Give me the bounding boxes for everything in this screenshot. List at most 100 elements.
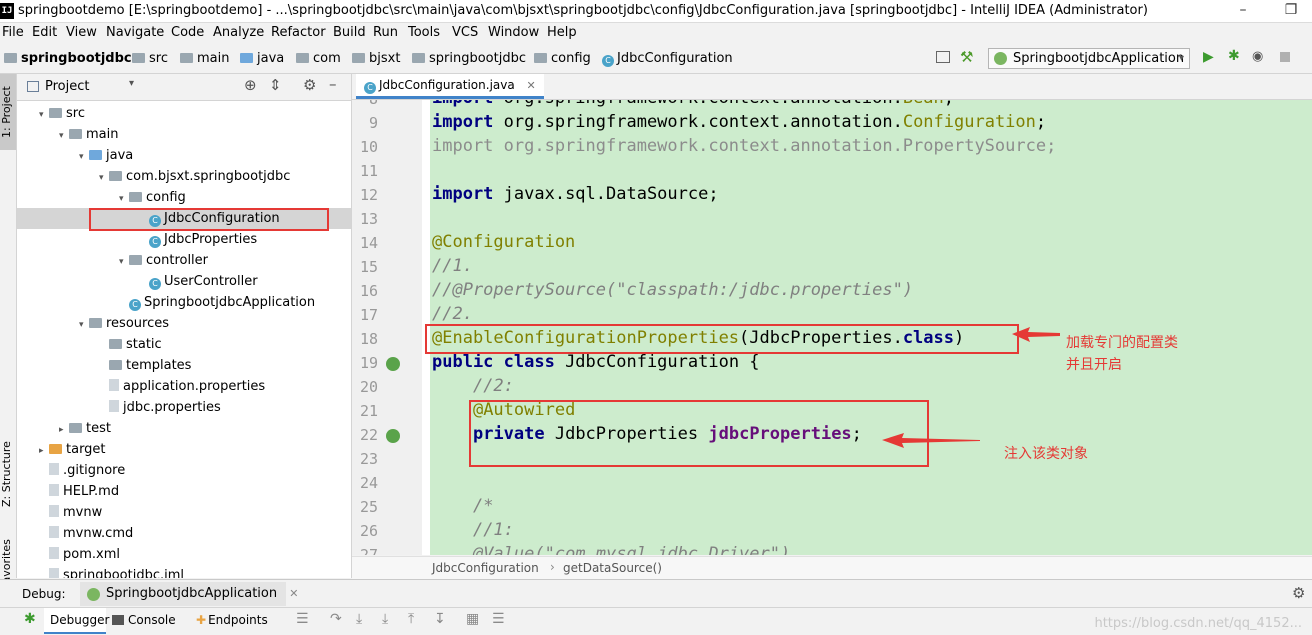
breadcrumb-class[interactable]: C JdbcConfiguration [602,51,733,67]
menu-navigate[interactable]: Navigate [106,25,164,40]
code-line[interactable]: import org.springframework.context.annot… [432,100,954,108]
tree-item-springbootjdbc-iml[interactable]: springbootjdbc.iml [17,565,351,578]
code-line[interactable]: import org.springframework.context.annot… [432,112,1046,132]
collapse-all-icon[interactable]: ⇕ [269,76,282,94]
menu-code[interactable]: Code [171,25,204,40]
expand-arrow-icon[interactable]: ▾ [39,105,49,126]
menu-icon[interactable]: ☰ [296,611,309,627]
menu-view[interactable]: View [66,25,97,40]
crumb-class[interactable]: JdbcConfiguration [432,561,539,575]
breadcrumb-springbootjdbc[interactable]: springbootjdbc [412,51,526,66]
tree-item-help-md[interactable]: HELP.md [17,481,351,502]
restore-button[interactable]: ❐ [1276,0,1306,22]
step-over-icon[interactable]: ⤓ [356,611,362,627]
tree-item-jdbc-properties[interactable]: jdbc.properties [17,397,351,418]
close-icon[interactable]: ✕ [527,79,536,92]
code-line[interactable]: @Value("com.mysql.jdbc.Driver") [432,544,790,555]
show-execution-point-icon[interactable]: ↷ [330,611,342,627]
menu-help[interactable]: Help [547,25,577,40]
code-line[interactable]: //@PropertySource("classpath:/jdbc.prope… [432,280,913,300]
hide-panel-icon[interactable]: – [329,75,337,93]
stop-icon[interactable] [1280,52,1290,62]
menu-analyze[interactable]: Analyze [213,25,264,40]
run-to-cursor-icon[interactable]: ↧ [434,611,446,627]
close-icon[interactable]: ✕ [289,587,298,600]
project-tool-tab[interactable]: 1: Project [0,74,16,150]
tree-item-src[interactable]: ▾ src [17,103,351,124]
step-into-icon[interactable]: ⤓ [382,611,388,627]
tree-item-mvnw-cmd[interactable]: mvnw.cmd [17,523,351,544]
gear-icon[interactable]: ⚙ [303,76,316,94]
debug-bug-icon[interactable]: ✱ [24,611,36,627]
debug-session-tab[interactable]: SpringbootjdbcApplication ✕ [80,582,298,606]
menu-vcs[interactable]: VCS [452,25,478,40]
tab-debugger[interactable]: Debugger [44,608,109,634]
structure-tool-tab[interactable]: Z: Structure [0,434,16,514]
tree-item-usercontroller[interactable]: C UserController [17,271,351,292]
tree-item-mvnw[interactable]: mvnw [17,502,351,523]
tree-item-springbootjdbcapplication[interactable]: C SpringbootjdbcApplication [17,292,351,313]
expand-arrow-icon[interactable]: ▾ [99,168,109,189]
project-panel-title[interactable]: Project [45,79,89,94]
tree-item-com-bjsxt-springbootjdbc[interactable]: ▾ com.bjsxt.springbootjdbc [17,166,351,187]
crumb-method[interactable]: getDataSource() [563,561,662,575]
expand-arrow-icon[interactable]: ▾ [119,252,129,273]
code-line[interactable]: //1. [432,256,473,276]
tree-item-application-properties[interactable]: application.properties [17,376,351,397]
expand-arrow-icon[interactable]: ▸ [59,420,69,441]
expand-arrow-icon[interactable]: ▾ [59,126,69,147]
breadcrumb-com[interactable]: com [296,51,341,66]
tree-item-target[interactable]: ▸ target [17,439,351,460]
code-line[interactable]: public class JdbcConfiguration { [432,352,760,372]
list-icon[interactable]: ☰ [492,611,505,627]
code-line[interactable]: @Configuration [432,232,575,252]
step-out-icon[interactable]: ⤒ [408,611,414,627]
debug-bug-icon[interactable]: ✱ [1228,48,1240,64]
menu-edit[interactable]: Edit [32,25,57,40]
expand-arrow-icon[interactable]: ▸ [39,441,49,462]
spring-bean-gutter-icon[interactable] [386,357,400,371]
layout-icon[interactable] [936,51,950,63]
run-icon[interactable]: ▶ [1203,49,1214,65]
breadcrumb-module[interactable]: springbootjdbc [4,51,132,66]
menu-tools[interactable]: Tools [408,25,440,40]
tree-item-main[interactable]: ▾ main [17,124,351,145]
expand-arrow-icon[interactable]: ▾ [119,189,129,210]
gear-icon[interactable]: ⚙ [1292,584,1305,602]
code-line[interactable]: //1: [432,520,514,540]
tree-item-static[interactable]: static [17,334,351,355]
breadcrumb-bjsxt[interactable]: bjsxt [352,51,400,66]
minimize-button[interactable]: – [1228,0,1258,22]
expand-arrow-icon[interactable]: ▾ [79,147,89,168]
autowired-gutter-icon[interactable] [386,429,400,443]
tree-item-jdbcproperties[interactable]: C JdbcProperties [17,229,351,250]
menu-build[interactable]: Build [333,25,366,40]
tree-item-pom-xml[interactable]: pom.xml [17,544,351,565]
menu-window[interactable]: Window [488,25,539,40]
run-with-coverage-icon[interactable]: ◉ [1252,49,1263,64]
tree-item-java[interactable]: ▾ java [17,145,351,166]
run-configuration-select[interactable]: SpringbootjdbcApplication ▾ [988,48,1190,69]
menu-refactor[interactable]: Refactor [271,25,326,40]
tree-item--gitignore[interactable]: .gitignore [17,460,351,481]
code-line[interactable]: import javax.sql.DataSource; [432,184,719,204]
tree-item-controller[interactable]: ▾ controller [17,250,351,271]
menu-run[interactable]: Run [373,25,398,40]
breadcrumb-src[interactable]: src [132,51,168,66]
code-editor[interactable]: 8 9 10 11 12 13 14 15 16 17 18 19 20 21 22 23 24 25 26 27 i… [352,100,1312,555]
chevron-down-icon[interactable]: ▾ [129,78,134,89]
tree-item-config[interactable]: ▾ config [17,187,351,208]
build-hammer-icon[interactable]: ⚒ [960,48,973,66]
expand-arrow-icon[interactable]: ▾ [79,315,89,336]
menu-file[interactable]: File [2,25,24,40]
code-line[interactable]: //2. [432,304,473,324]
tree-item-resources[interactable]: ▾ resources [17,313,351,334]
locate-target-icon[interactable]: ⊕ [244,76,257,94]
code-line[interactable]: //2: [432,376,514,396]
evaluate-icon[interactable]: ▦ [466,611,479,627]
tab-console[interactable]: Console [112,613,176,627]
breadcrumb-main[interactable]: main [180,51,229,66]
breadcrumb-config[interactable]: config [534,51,591,66]
code-line[interactable]: /* [432,496,493,516]
breadcrumb-java[interactable]: java [240,51,284,66]
